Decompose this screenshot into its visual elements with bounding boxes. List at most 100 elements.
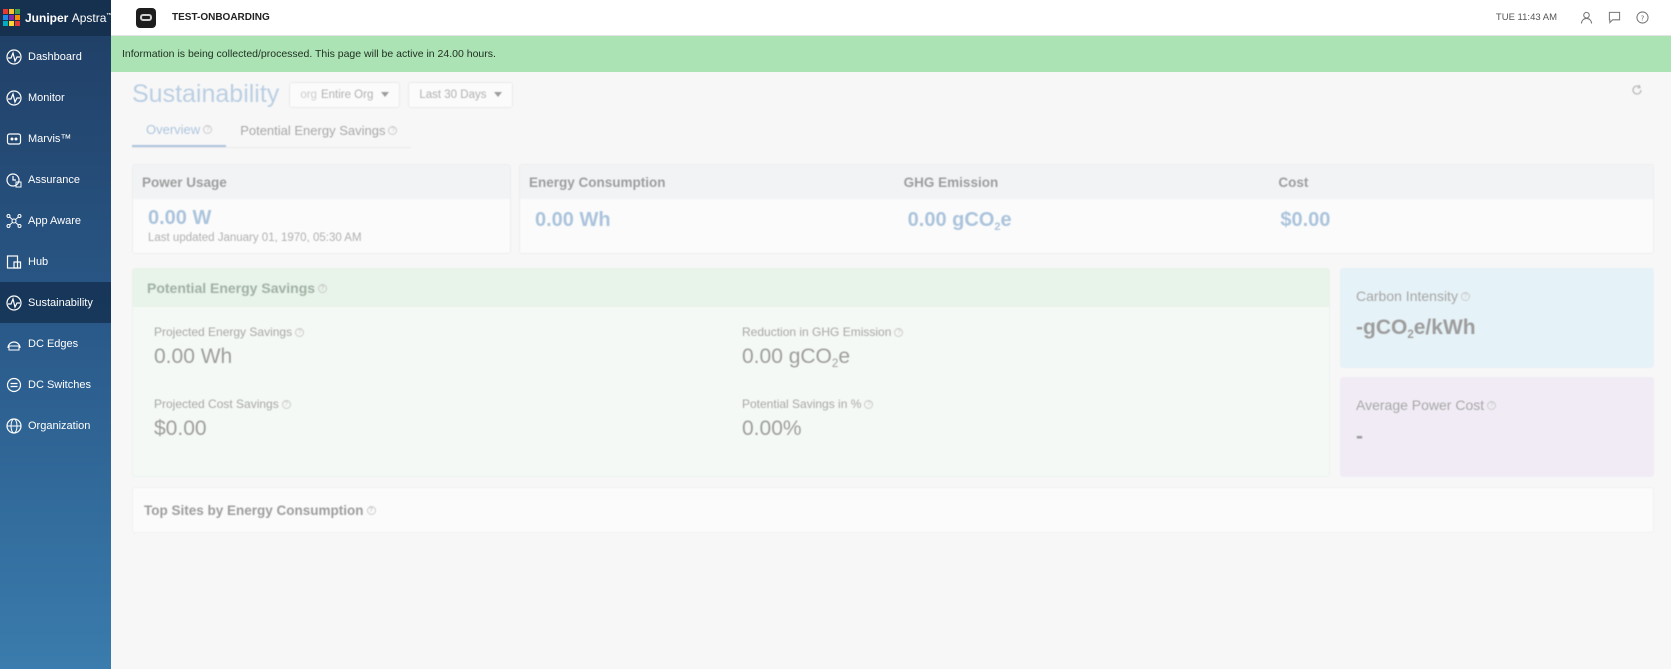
ghg-emission-title: GHG Emission xyxy=(903,174,999,190)
sidebar-item-dc-edges[interactable]: DC Edges xyxy=(0,323,111,364)
cost-title: Cost xyxy=(1278,174,1309,190)
sidebar-item-label: DC Switches xyxy=(28,378,91,391)
help-circle-icon[interactable]: ? xyxy=(1487,400,1497,410)
energy-summary-card: Energy Consumption GHG Emission Cost 0.0… xyxy=(519,164,1654,254)
last-updated-text: Last updated January 01, 1970, 05:30 AM xyxy=(148,232,362,244)
sidebar-item-assurance[interactable]: Assurance xyxy=(0,159,111,200)
help-circle-icon[interactable]: ? xyxy=(295,327,305,337)
sidebar-item-label: App Aware xyxy=(28,214,82,227)
projected-energy-savings: Projected Energy Savings? 0.00 Wh xyxy=(154,325,305,369)
savings-title: Potential Energy Savings xyxy=(147,280,316,296)
network-icon xyxy=(6,213,22,229)
help-circle-icon[interactable]: ? xyxy=(281,399,291,409)
metric-label: Reduction in GHG Emission xyxy=(742,325,892,339)
ghg-reduction: Reduction in GHG Emission? 0.00 gCO2e xyxy=(742,325,904,371)
top-sites-title: Top Sites by Energy Consumption xyxy=(144,502,364,518)
help-circle-icon[interactable]: ? xyxy=(318,283,328,293)
power-usage-card: Power Usage 0.00 W Last updated January … xyxy=(132,164,511,254)
sidebar-item-app-aware[interactable]: App Aware xyxy=(0,200,111,241)
carbon-intensity-card: Carbon Intensity? -gCO2e/kWh xyxy=(1340,268,1654,368)
sidebar-item-sustainability[interactable]: Sustainability xyxy=(0,282,111,323)
edge-icon xyxy=(6,336,22,352)
caret-down-icon xyxy=(494,92,503,97)
refresh-icon[interactable] xyxy=(1631,84,1643,96)
power-usage-value: 0.00 W xyxy=(148,207,212,229)
date-range-dropdown[interactable]: Last 30 Days xyxy=(408,81,514,108)
carbon-intensity-value: -gCO2e/kWh xyxy=(1356,316,1476,342)
help-circle-icon[interactable]: ? xyxy=(894,327,904,337)
sidebar-item-dc-switches[interactable]: DC Switches xyxy=(0,364,111,405)
tab-bar: Overview? Potential Energy Savings? xyxy=(132,122,412,148)
sidebar-item-label: Dashboard xyxy=(28,50,82,63)
scope-dropdown[interactable]: org Entire Org xyxy=(289,81,401,108)
sidebar-item-monitor[interactable]: Monitor xyxy=(0,77,111,118)
globe-icon xyxy=(6,417,22,434)
savings-title-row: Potential Energy Savings? xyxy=(133,269,1329,307)
help-icon[interactable]: ? xyxy=(1635,11,1649,25)
average-power-cost-value: - xyxy=(1356,425,1363,448)
switch-icon xyxy=(6,377,22,393)
card-label: Average Power Cost xyxy=(1356,397,1485,413)
juniper-logo-icon xyxy=(3,9,21,27)
sidebar-item-label: Sustainability xyxy=(28,296,93,309)
user-icon[interactable] xyxy=(1579,11,1593,25)
pulse-icon xyxy=(6,294,22,311)
page-title: Sustainability xyxy=(132,80,280,108)
brand-name: Juniper Apstra™ xyxy=(25,11,113,25)
date-range-value: Last 30 Days xyxy=(419,88,487,101)
tab-label: Potential Energy Savings xyxy=(240,123,386,138)
sidebar-item-marvis[interactable]: Marvis™ xyxy=(0,118,111,159)
sidebar-item-label: Organization xyxy=(28,419,91,432)
pulse-icon xyxy=(6,48,22,65)
info-banner: Information is being collected/processed… xyxy=(111,36,1671,72)
sidebar-item-organization[interactable]: Organization xyxy=(0,405,111,446)
sidebar-item-label: Hub xyxy=(28,255,49,268)
clock-time: TUE 11:43 AM xyxy=(1495,12,1557,23)
card-label: Carbon Intensity xyxy=(1356,288,1458,304)
tab-overview[interactable]: Overview? xyxy=(132,122,227,147)
potential-savings-panel: Potential Energy Savings? Projected Ener… xyxy=(132,268,1330,477)
main-content: Sustainability org Entire Org Last 30 Da… xyxy=(111,72,1671,669)
help-circle-icon[interactable]: ? xyxy=(388,126,398,135)
sidebar: Juniper Apstra™ Dashboard Monitor Marvis… xyxy=(0,0,113,669)
help-circle-icon[interactable]: ? xyxy=(1460,291,1470,301)
scope-prefix: org xyxy=(300,88,317,101)
assurance-icon xyxy=(6,172,22,188)
metric-value: 0.00% xyxy=(742,417,802,440)
help-circle-icon[interactable]: ? xyxy=(864,399,874,409)
sidebar-item-label: Assurance xyxy=(28,173,80,186)
metric-value: 0.00 Wh xyxy=(154,345,233,368)
top-bar: TEST-ONBOARDING TUE 11:43 AM ? xyxy=(111,0,1671,36)
energy-consumption-title: Energy Consumption xyxy=(529,174,666,190)
average-power-cost-card: Average Power Cost? - xyxy=(1340,377,1654,477)
metric-label: Projected Energy Savings xyxy=(154,325,293,339)
banner-text: Information is being collected/processed… xyxy=(122,48,496,60)
metric-label: Projected Cost Savings xyxy=(154,397,279,411)
sidebar-item-hub[interactable]: Hub xyxy=(0,241,111,282)
scope-value: Entire Org xyxy=(320,88,374,101)
help-circle-icon[interactable]: ? xyxy=(366,505,376,515)
sidebar-item-label: Monitor xyxy=(28,91,65,104)
svg-text:?: ? xyxy=(1640,13,1644,22)
chat-icon[interactable] xyxy=(1607,11,1621,25)
metric-value: 0.00 gCO2e xyxy=(742,345,850,371)
cost-value: $0.00 xyxy=(1280,209,1331,231)
sidebar-item-label: Marvis™ xyxy=(28,132,72,145)
brand[interactable]: Juniper Apstra™ xyxy=(0,0,113,36)
projected-cost-savings: Projected Cost Savings? $0.00 xyxy=(154,397,291,441)
org-name[interactable]: TEST-ONBOARDING xyxy=(172,12,270,23)
caret-down-icon xyxy=(381,92,390,97)
metric-label: Potential Savings in % xyxy=(742,397,862,411)
metric-value: $0.00 xyxy=(154,417,207,440)
tab-label: Overview xyxy=(146,122,201,137)
tab-potential-energy-savings[interactable]: Potential Energy Savings? xyxy=(226,122,411,147)
sidebar-item-dashboard[interactable]: Dashboard xyxy=(0,36,111,77)
energy-consumption-value: 0.00 Wh xyxy=(535,209,611,231)
help-circle-icon[interactable]: ? xyxy=(203,125,213,134)
marvis-icon xyxy=(6,131,22,147)
sidebar-item-label: DC Edges xyxy=(28,337,79,350)
card-title: Power Usage xyxy=(133,165,510,199)
ghg-emission-value: 0.00 gCO2e xyxy=(907,209,1012,233)
org-logo-icon[interactable] xyxy=(136,7,156,28)
top-sites-panel: Top Sites by Energy Consumption? xyxy=(132,487,1654,533)
